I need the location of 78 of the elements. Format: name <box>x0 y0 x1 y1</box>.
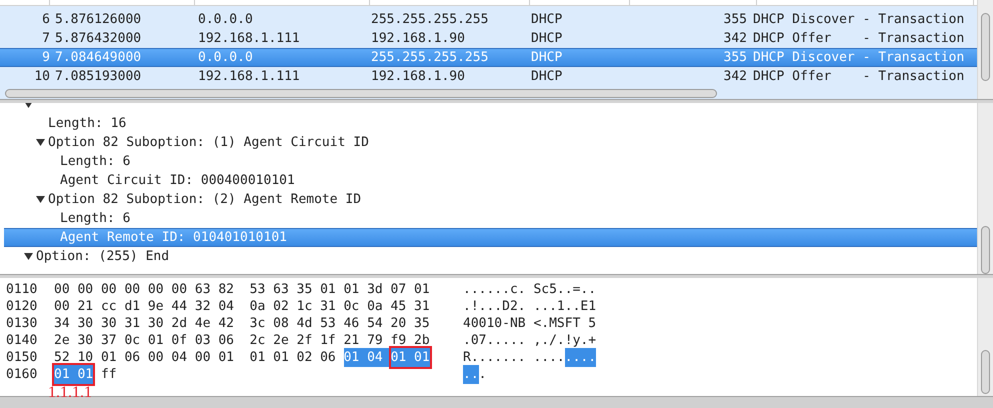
ascii-text: . <box>478 366 486 384</box>
table-cell-text: 355 <box>722 48 747 67</box>
hex-bytes: 00 21 cc d1 9e 44 32 04 0a 02 1c 31 0c 0a 45 31 <box>54 298 430 316</box>
tree-item[interactable]: Option 82 Suboption: (1) Agent Circuit ID <box>4 133 977 152</box>
table-cell-text: 0.0.0.0 <box>197 48 254 67</box>
table-cell-text: DHCP Offer - Transaction <box>752 68 964 86</box>
hex-offset: 0160 <box>5 366 38 384</box>
packet-row[interactable]: 7 5.876432000 192.168.1.111 192.168.1.90 DHCP 342 DHCP Offer - Transaction <box>0 29 977 48</box>
ascii-text: .... <box>564 348 596 368</box>
tree-item[interactable]: Length: 6 <box>4 152 977 171</box>
tree-item[interactable]: Length: 6 <box>4 209 977 228</box>
hex-offset: 0120 <box>5 298 38 316</box>
table-cell-text: DHCP <box>530 68 564 86</box>
table-cell-text: 7 <box>41 30 50 48</box>
hex-bytes: 34 30 30 31 30 2d 4e 42 3c 08 4d 53 46 54 20 35 <box>54 314 430 333</box>
table-cell-text: 255.255.255.255 <box>370 10 490 29</box>
packet-row[interactable]: 6 5.876126000 0.0.0.0 255.255.255.255 DHCP 355 DHCP Discover - Transaction <box>0 10 977 29</box>
expanded-triangle-icon[interactable] <box>24 253 33 260</box>
table-cell-text: 342 <box>722 68 747 86</box>
ascii-text: .. <box>463 364 479 384</box>
tree-item[interactable]: Length: 16 <box>4 114 977 133</box>
hex-offset: 0110 <box>5 280 38 299</box>
table-cell-text: 342 <box>722 30 747 48</box>
scrollbar-thumb[interactable] <box>981 350 990 394</box>
table-cell-text: 192.168.1.111 <box>197 68 301 86</box>
scrollbar-thumb[interactable] <box>981 226 990 274</box>
table-cell-text: DHCP Discover - Transaction <box>752 48 964 67</box>
annotation-label: 1.1.1.1 <box>48 383 92 403</box>
table-cell-text: 6 <box>41 10 50 29</box>
ascii-text: .07..... ,./.!y.+ <box>463 332 596 350</box>
hex-bytes: ff <box>100 366 117 384</box>
scrollbar-thumb[interactable] <box>981 13 990 81</box>
ascii-text: 40010-NB <.MSFT 5 <box>463 314 596 333</box>
table-cell-text: DHCP <box>530 30 564 48</box>
tree-label: Length: 16 <box>48 114 126 133</box>
ascii-text: .!...D2. ...1..E1 <box>463 298 596 316</box>
expanded-triangle-icon[interactable] <box>36 196 45 203</box>
tree-label: Option 82 Suboption: (2) Agent Remote ID <box>48 190 362 209</box>
hex-bytes: 01 01 <box>54 364 94 384</box>
table-cell-text: DHCP Discover - Transaction <box>752 10 964 29</box>
hex-bytes: 01 01 <box>390 348 430 368</box>
expanded-triangle-icon[interactable] <box>36 139 45 146</box>
hex-offset: 0140 <box>5 332 38 350</box>
table-cell-text: DHCP Offer - Transaction <box>752 30 964 48</box>
hex-bytes: 00 00 00 00 00 00 63 82 53 63 35 01 01 3d 07 01 <box>54 280 430 299</box>
hex-offset: 0150 <box>5 348 38 367</box>
table-cell-text: 192.168.1.90 <box>370 30 466 48</box>
hex-bytes: 01 04 <box>344 348 391 368</box>
tree-label: Option 82 Suboption: (1) Agent Circuit ID <box>48 134 369 152</box>
table-cell-text: 7.085193000 <box>54 68 142 86</box>
table-cell-text: 7.084649000 <box>54 48 142 67</box>
table-cell-text: 255.255.255.255 <box>370 48 490 67</box>
table-cell-text: DHCP <box>530 10 564 29</box>
ascii-text: ......c. Sc5..=.. <box>463 280 596 299</box>
tree-item[interactable]: Option: (255) End <box>4 247 977 266</box>
hex-offset: 0130 <box>5 314 38 333</box>
tree-label: Length: 6 <box>60 152 130 171</box>
tree-label: Option: (255) End <box>36 248 170 266</box>
hex-bytes: 52 10 01 06 00 04 00 01 01 01 02 06 <box>54 348 337 367</box>
tree-item[interactable]: Agent Circuit ID: 000400010101 <box>4 171 977 190</box>
horizontal-scrollbar-thumb[interactable] <box>5 89 717 98</box>
expanded-triangle-icon[interactable] <box>24 103 33 108</box>
ascii-text: R....... .... <box>463 348 565 367</box>
tree-label: Agent Circuit ID: 000400010101 <box>60 172 295 190</box>
packet-row[interactable]: 10 7.085193000 192.168.1.111 192.168.1.90 DHCP 342 DHCP Offer - Transaction <box>0 67 977 86</box>
table-cell-text: 10 <box>33 68 50 86</box>
tree-label: Agent Remote ID: 010401010101 <box>60 228 287 247</box>
table-cell-text: 192.168.1.111 <box>197 30 301 48</box>
table-cell-text: DHCP <box>530 48 564 67</box>
table-cell-text: 5.876432000 <box>54 30 142 48</box>
table-cell-text: 192.168.1.90 <box>370 68 466 86</box>
hex-bytes: 2e 30 37 0c 01 0f 03 06 2c 2e 2f 1f 21 79 f9 2b <box>54 332 430 350</box>
tree-label: Length: 6 <box>60 210 130 228</box>
tree-item[interactable]: Option 82 Suboption: (2) Agent Remote ID <box>4 190 977 209</box>
table-cell-text: 0.0.0.0 <box>197 10 254 29</box>
table-cell-text: 355 <box>722 10 747 29</box>
table-cell-text: 9 <box>41 48 50 67</box>
table-cell-text: 5.876126000 <box>54 10 142 29</box>
